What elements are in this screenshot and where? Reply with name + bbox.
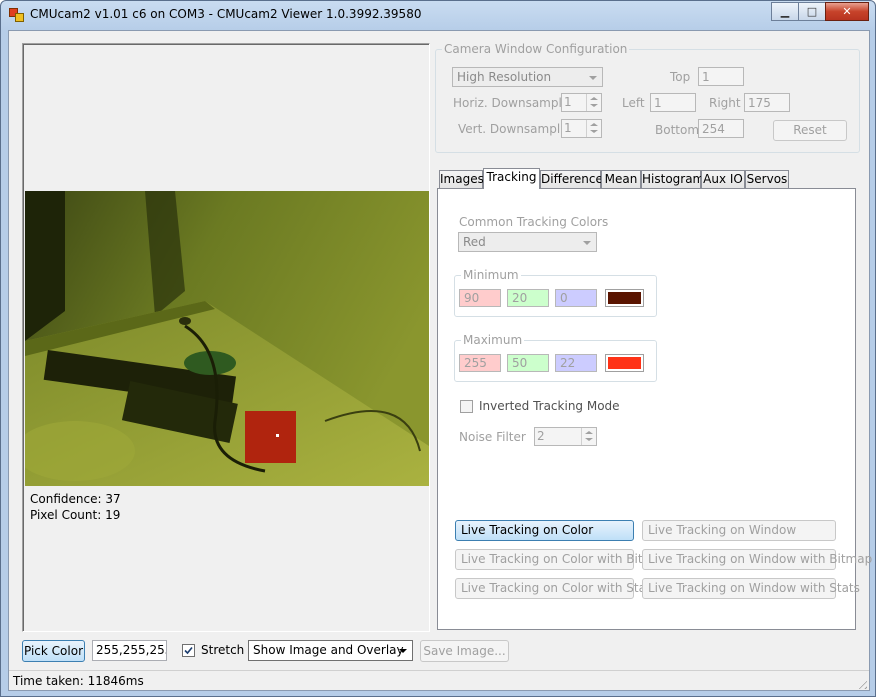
maximum-green-input[interactable]: 50 bbox=[507, 354, 549, 372]
resolution-value: High Resolution bbox=[457, 70, 552, 84]
tab-aux-io[interactable]: Aux IO bbox=[701, 170, 745, 188]
window-title: CMUcam2 v1.01 c6 on COM3 - CMUcam2 Viewe… bbox=[30, 7, 422, 21]
stretch-label: Stretch bbox=[201, 643, 245, 657]
app-icon bbox=[9, 8, 24, 22]
window-controls: ▁ □ ✕ bbox=[771, 2, 869, 21]
pixel-count-text: Pixel Count: 19 bbox=[30, 508, 121, 522]
common-tracking-colors-label: Common Tracking Colors bbox=[459, 215, 609, 229]
common-tracking-colors-select[interactable]: Red bbox=[458, 232, 597, 252]
save-image-button[interactable]: Save Image... bbox=[420, 640, 509, 662]
maximum-color-fill bbox=[608, 357, 641, 369]
chevron-down-icon bbox=[589, 76, 597, 80]
maximum-blue-input[interactable]: 22 bbox=[555, 354, 597, 372]
horiz-downsampling-spinner[interactable]: 1 bbox=[561, 93, 602, 112]
minimum-color-fill bbox=[608, 292, 641, 304]
minimum-red-input[interactable]: 90 bbox=[459, 289, 501, 307]
live-tracking-window-bitmap-button[interactable]: Live Tracking on Window with Bitmap bbox=[642, 549, 872, 570]
maximum-color-swatch[interactable] bbox=[605, 354, 644, 372]
inverted-tracking-checkbox[interactable] bbox=[460, 400, 473, 413]
bottom-toolbar: Pick Color 255,255,255 Stretch Show Imag… bbox=[9, 635, 869, 665]
maximum-red-input[interactable]: 255 bbox=[459, 354, 501, 372]
live-tracking-window-button[interactable]: Live Tracking on Window bbox=[642, 520, 836, 541]
left-input[interactable]: 1 bbox=[650, 93, 696, 112]
tab-tracking[interactable]: Tracking bbox=[483, 168, 540, 189]
tab-images[interactable]: Images bbox=[439, 170, 484, 188]
maximum-group: Maximum 255 50 22 bbox=[454, 333, 657, 382]
chevron-down-icon bbox=[399, 649, 407, 653]
vert-downsampling-spinner[interactable]: 1 bbox=[561, 119, 602, 138]
inverted-tracking-label: Inverted Tracking Mode bbox=[479, 399, 620, 413]
noise-filter-value: 2 bbox=[537, 429, 545, 443]
right-label: Right bbox=[709, 96, 741, 110]
tracked-blob-overlay bbox=[245, 411, 296, 463]
spinner-arrows-icon[interactable] bbox=[586, 94, 601, 111]
live-tracking-color-stats-button[interactable]: Live Tracking on Color with Stats bbox=[455, 578, 657, 599]
top-input[interactable]: 1 bbox=[698, 67, 744, 86]
resolution-select[interactable]: High Resolution bbox=[452, 67, 603, 87]
picked-color-input[interactable]: 255,255,255 bbox=[92, 640, 167, 661]
close-button[interactable]: ✕ bbox=[825, 2, 869, 21]
tab-difference[interactable]: Difference bbox=[540, 170, 603, 188]
overlay-mode-select[interactable]: Show Image and Overlay bbox=[248, 640, 413, 661]
tab-servos[interactable]: Servos bbox=[745, 170, 789, 188]
tab-mean[interactable]: Mean bbox=[601, 170, 641, 188]
spinner-arrows-icon[interactable] bbox=[586, 120, 601, 137]
vert-downsampling-value: 1 bbox=[564, 121, 572, 135]
noise-filter-label: Noise Filter bbox=[459, 430, 526, 444]
minimum-green-input[interactable]: 20 bbox=[507, 289, 549, 307]
maximum-legend: Maximum bbox=[461, 333, 525, 347]
top-label: Top bbox=[670, 70, 691, 84]
resize-grip-icon[interactable] bbox=[855, 677, 867, 689]
overlay-mode-value: Show Image and Overlay bbox=[253, 643, 404, 657]
live-tracking-color-button[interactable]: Live Tracking on Color bbox=[455, 520, 634, 541]
maximize-button[interactable]: □ bbox=[798, 2, 826, 21]
title-bar[interactable]: CMUcam2 v1.01 c6 on COM3 - CMUcam2 Viewe… bbox=[1, 1, 875, 29]
right-input[interactable]: 175 bbox=[744, 93, 790, 112]
common-tracking-colors-value: Red bbox=[463, 235, 486, 249]
reset-button[interactable]: Reset bbox=[773, 120, 847, 141]
spinner-arrows-icon[interactable] bbox=[581, 428, 596, 445]
left-label: Left bbox=[622, 96, 645, 110]
image-viewer-panel[interactable]: Confidence: 37 Pixel Count: 19 bbox=[22, 43, 430, 632]
client-area: Confidence: 37 Pixel Count: 19 Camera Wi… bbox=[8, 30, 872, 691]
minimum-legend: Minimum bbox=[461, 268, 521, 282]
minimize-button[interactable]: ▁ bbox=[771, 2, 799, 21]
checkmark-icon bbox=[184, 646, 193, 655]
app-window: CMUcam2 v1.01 c6 on COM3 - CMUcam2 Viewe… bbox=[0, 0, 876, 697]
noise-filter-spinner[interactable]: 2 bbox=[534, 427, 597, 446]
live-tracking-color-bitmap-button[interactable]: Live Tracking on Color with Bitmap bbox=[455, 549, 669, 570]
status-bar: Time taken: 11846ms bbox=[9, 670, 869, 691]
horiz-downsampling-value: 1 bbox=[564, 95, 572, 109]
chevron-down-icon bbox=[583, 241, 591, 245]
bottom-input[interactable]: 254 bbox=[698, 119, 744, 138]
minimum-color-swatch[interactable] bbox=[605, 289, 644, 307]
tab-histogram[interactable]: Histogram bbox=[641, 170, 704, 188]
tracked-centroid-marker bbox=[276, 434, 279, 437]
tracking-stats: Confidence: 37 Pixel Count: 19 bbox=[30, 491, 121, 523]
camera-window-config-legend: Camera Window Configuration bbox=[442, 42, 630, 56]
minimum-group: Minimum 90 20 0 bbox=[454, 268, 657, 317]
camera-image-drawing bbox=[25, 191, 429, 486]
minimum-blue-input[interactable]: 0 bbox=[555, 289, 597, 307]
tracking-tab-page: Common Tracking Colors Red Minimum 90 20… bbox=[437, 188, 872, 630]
live-tracking-window-stats-button[interactable]: Live Tracking on Window with Stats bbox=[642, 578, 860, 599]
camera-image[interactable] bbox=[25, 191, 429, 486]
pick-color-button[interactable]: Pick Color bbox=[22, 640, 85, 662]
status-text: Time taken: 11846ms bbox=[13, 674, 144, 688]
stretch-checkbox[interactable] bbox=[182, 644, 195, 657]
confidence-text: Confidence: 37 bbox=[30, 492, 121, 506]
bottom-label: Bottom bbox=[655, 123, 700, 137]
